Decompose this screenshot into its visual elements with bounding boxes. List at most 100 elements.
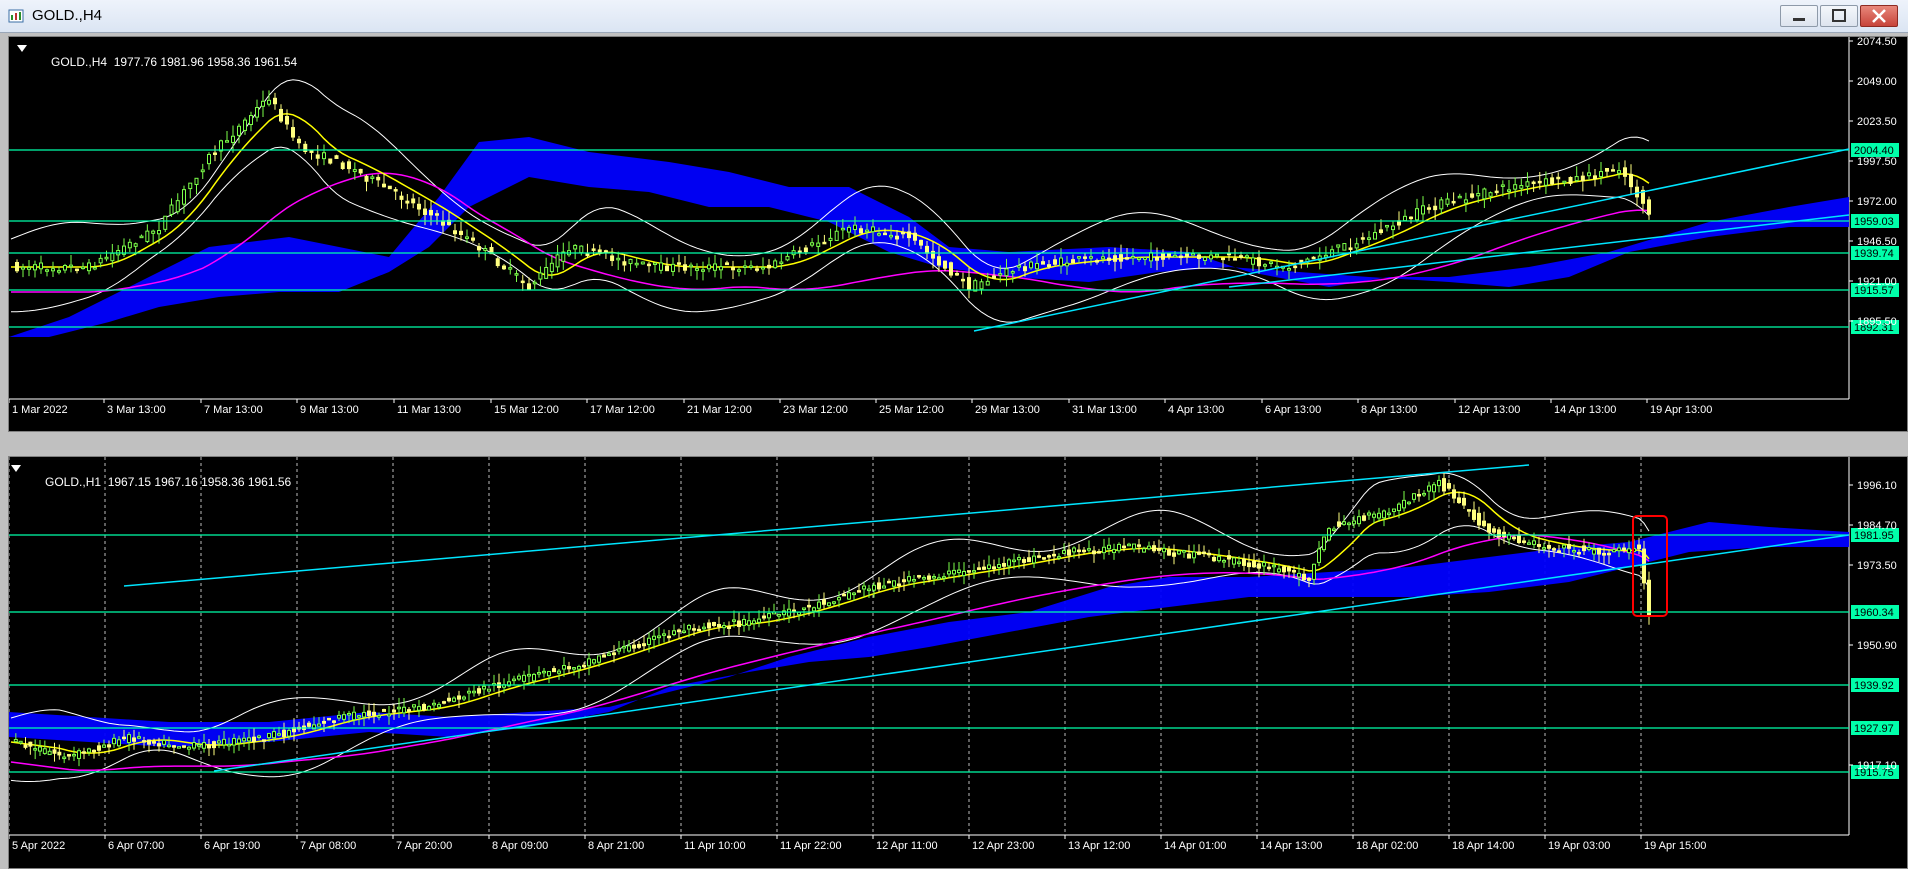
candle-body (1112, 549, 1116, 554)
close-button[interactable] (1860, 5, 1898, 27)
candle-body (376, 176, 381, 181)
candle-body (647, 637, 651, 645)
candle-body (692, 628, 696, 631)
candle-body (487, 688, 491, 692)
candle-body (1215, 253, 1219, 257)
candle-body (701, 269, 705, 272)
candle-body (127, 241, 132, 249)
candle-body (139, 235, 144, 239)
candle-body (665, 265, 669, 272)
candle-body (859, 228, 863, 234)
price-tick-label: 1996.10 (1857, 480, 1897, 492)
candle-body (872, 584, 876, 591)
candle-body (634, 262, 639, 266)
candle-body (1342, 521, 1346, 525)
title-bar[interactable]: GOLD.,H4 (0, 0, 1908, 33)
chart-pane-h4[interactable]: 2004.40 1959.03 1939.74 1915.57 1892.31 2074.… (8, 36, 1908, 432)
maximize-button[interactable] (1820, 5, 1858, 27)
candle-body (107, 744, 111, 748)
candle-body (1642, 548, 1646, 584)
candle-body (1487, 523, 1491, 533)
candle-body (640, 261, 645, 265)
candle-body (628, 258, 633, 265)
candle-body (573, 244, 578, 250)
time-tick-label: 12 Apr 13:00 (1458, 404, 1520, 416)
candle-body (828, 237, 833, 241)
candle-body (437, 704, 441, 708)
price-tick-label: 1984.70 (1857, 520, 1897, 532)
candle-body (69, 264, 73, 268)
candle-body (1167, 252, 1171, 257)
candle-body (1119, 254, 1123, 262)
candle-body (1452, 489, 1456, 499)
candle-body (913, 232, 917, 241)
candle-body (297, 138, 301, 144)
candle-body (137, 736, 141, 739)
candle-body (328, 158, 333, 164)
minimize-button[interactable] (1780, 5, 1818, 27)
candle-body (1597, 547, 1601, 555)
candle-body (291, 127, 295, 138)
terminal-window: GOLD.,H4 2004.40 1959.03 1939.74 1915.57 189… (0, 0, 1908, 869)
candle-body (1432, 484, 1436, 493)
candle-body (1347, 522, 1351, 526)
candle-body (367, 710, 371, 716)
candle-body (622, 261, 627, 266)
candle-body (1522, 540, 1526, 543)
pane-separator[interactable] (0, 436, 1908, 456)
candle-body (347, 712, 351, 716)
candle-body (255, 107, 259, 118)
candle-body (952, 569, 956, 575)
candle-body (1362, 515, 1366, 521)
candle-body (27, 266, 31, 270)
time-tick-label: 18 Apr 02:00 (1356, 840, 1418, 852)
candle-body (145, 230, 150, 242)
candle-body (1352, 520, 1356, 525)
candle-body (432, 702, 436, 706)
candle-body (579, 245, 584, 254)
time-tick-label: 14 Apr 13:00 (1260, 840, 1322, 852)
dropdown-triangle-icon[interactable] (11, 465, 21, 472)
candle-body (842, 593, 846, 597)
candle-body (1101, 256, 1105, 260)
chart-canvas-h1[interactable]: 1981.951960.341939.921927.971915.751996.… (9, 457, 1907, 868)
candle-body (157, 743, 161, 747)
candle-body (527, 673, 531, 677)
candle-body (232, 738, 236, 746)
candle-body (340, 162, 345, 170)
candle-body (1587, 547, 1591, 550)
candle-body (1065, 262, 1069, 267)
candle-body (1451, 200, 1456, 204)
candle-body (853, 224, 857, 230)
candle-body (39, 262, 43, 270)
candle-body (1242, 558, 1246, 566)
time-tick-label: 8 Apr 13:00 (1361, 404, 1417, 416)
candle-body (1637, 544, 1641, 549)
candle-body (1537, 544, 1541, 547)
chart-canvas-h4[interactable]: 2004.401959.031939.741915.571892.312074.… (9, 37, 1907, 431)
price-tick-label: 1973.50 (1857, 560, 1897, 572)
candle-body (1582, 545, 1586, 552)
moving-average-fast (10, 491, 1650, 754)
candle-body (907, 576, 911, 582)
dropdown-triangle-icon[interactable] (17, 45, 27, 52)
candle-body (133, 243, 138, 247)
chart-pane-h1[interactable]: 1981.95 1960.34 1939.92 1927.97 1915.75 1996.… (8, 456, 1908, 869)
candle-body (785, 255, 790, 261)
candle-body (932, 576, 936, 579)
candle-body (47, 750, 52, 756)
candle-body (592, 659, 596, 664)
candle-body (603, 250, 608, 253)
candle-body (1012, 559, 1016, 563)
candle-body (1089, 256, 1093, 259)
candle-body (1476, 192, 1481, 197)
candle-body (237, 738, 241, 744)
candle-body (1427, 485, 1431, 492)
candle-body (1107, 544, 1111, 550)
candle-body (1029, 261, 1033, 269)
candle-body (892, 580, 896, 587)
candle-body (1207, 552, 1211, 556)
candle-body (402, 706, 406, 714)
candle-body (582, 664, 586, 668)
candle-body (477, 688, 481, 694)
